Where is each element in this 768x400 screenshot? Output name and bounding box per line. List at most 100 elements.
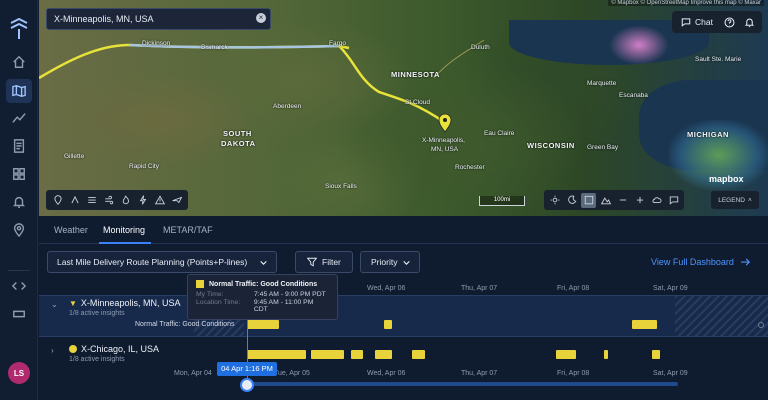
map-canvas[interactable]: Dickinson Bismarck Fargo Duluth MINNESOT…	[39, 0, 768, 216]
map-header-actions: Chat	[672, 11, 762, 33]
day-label: Fri, Apr 08	[557, 370, 590, 377]
comment-button[interactable]	[666, 193, 681, 208]
weather-layer-button[interactable]	[649, 193, 664, 208]
map-label-city: Rochester	[455, 164, 485, 171]
sidebar-item-reports[interactable]	[6, 134, 32, 158]
plane-icon	[171, 196, 182, 204]
map-label-city: Escanaba	[619, 92, 648, 99]
view-full-dashboard-link[interactable]: View Full Dashboard	[651, 257, 751, 267]
chat-button[interactable]: Chat	[676, 17, 718, 27]
tab-monitoring[interactable]: Monitoring	[103, 225, 145, 235]
day-label: Thu, Apr 07	[461, 285, 498, 292]
insight-bar[interactable]	[652, 350, 660, 359]
sidebar-item-ovni[interactable]	[6, 302, 32, 326]
sidebar-item-dashboard[interactable]	[6, 162, 32, 186]
clear-search-icon[interactable]: ×	[256, 13, 266, 23]
insight-bar[interactable]	[247, 320, 279, 329]
home-icon	[13, 55, 25, 68]
tab-active-indicator	[99, 242, 151, 244]
location-row-chicago[interactable]: › X-Chicago, IL, USA 1/8 active insights	[39, 342, 768, 370]
day-label: Wed, Apr 06	[367, 370, 406, 377]
sliders-icon	[87, 197, 96, 203]
pin-icon: ▼	[69, 298, 77, 308]
zoom-out-button[interactable]	[615, 193, 630, 208]
wind-icon	[104, 195, 113, 205]
view-full-label: View Full Dashboard	[651, 257, 734, 267]
help-button[interactable]	[720, 13, 738, 31]
insight-bar[interactable]	[632, 320, 657, 329]
location-row-minneapolis[interactable]: ⌄ ▼ X-Minneapolis, MN, USA 1/8 active in…	[39, 295, 768, 337]
layer-lightning-button[interactable]	[135, 193, 150, 208]
route-icon	[70, 195, 79, 204]
sidebar-item-code[interactable]	[6, 274, 32, 298]
map-label-city: Marquette	[587, 80, 617, 87]
layer-fire-button[interactable]	[118, 193, 133, 208]
layer-route-button[interactable]	[67, 193, 82, 208]
location-title: ▼ X-Minneapolis, MN, USA	[69, 298, 180, 308]
day-label: Fri, Apr 08	[557, 285, 590, 292]
zoom-in-button[interactable]	[632, 193, 647, 208]
map-label-city: Dickinson	[142, 40, 171, 47]
time-slider-handle[interactable]	[240, 378, 254, 392]
layer-flight-button[interactable]	[169, 193, 184, 208]
sidebar-item-home[interactable]	[6, 50, 32, 74]
priority-label: Priority	[371, 257, 398, 267]
filter-button[interactable]: Filter	[295, 251, 353, 273]
sun-icon	[550, 195, 559, 205]
filter-label: Filter	[322, 257, 341, 267]
badge-icon	[13, 310, 25, 318]
location-marker-icon[interactable]	[437, 113, 453, 133]
sidebar-item-alerts[interactable]	[6, 190, 32, 214]
night-mode-button[interactable]	[564, 193, 579, 208]
tab-weather[interactable]: Weather	[54, 225, 88, 235]
avatar[interactable]: LS	[8, 362, 30, 384]
insight-bar[interactable]	[384, 320, 392, 329]
map-attribution[interactable]: © Mapbox © OpenStreetMap Improve this ma…	[608, 0, 764, 6]
map-label-city: Aberdeen	[273, 103, 302, 110]
insight-row-label: Normal Traffic: Good Conditions	[135, 321, 235, 328]
help-icon	[724, 17, 734, 27]
insight-bar[interactable]	[412, 350, 425, 359]
insight-tooltip: Normal Traffic: Good Conditions My Time:…	[187, 274, 338, 320]
notifications-button[interactable]	[740, 13, 758, 31]
map-label-state: SOUTH	[223, 129, 252, 138]
layer-pin-button[interactable]	[50, 193, 65, 208]
grid-icon	[13, 168, 25, 180]
status-dot-icon	[69, 345, 77, 353]
day-label: Sat, Apr 09	[653, 285, 688, 292]
time-slider-track[interactable]	[243, 382, 678, 386]
plan-select[interactable]: Last Mile Delivery Route Planning (Point…	[47, 251, 277, 273]
map-label-city: Sault Ste. Marie	[695, 56, 742, 63]
layer-alert-button[interactable]	[152, 193, 167, 208]
sidebar-item-map[interactable]	[6, 79, 32, 103]
legend-toggle[interactable]: LEGEND ˄	[711, 191, 759, 209]
insight-bar[interactable]	[247, 350, 306, 359]
sidebar-item-locations[interactable]	[6, 218, 32, 242]
priority-select[interactable]: Priority	[360, 251, 420, 273]
terrain-button[interactable]	[598, 193, 613, 208]
insight-bar[interactable]	[375, 350, 392, 359]
satellite-view-button[interactable]	[581, 192, 596, 208]
mountain-icon	[600, 197, 611, 205]
insight-bar[interactable]	[351, 350, 363, 359]
chevron-right-icon[interactable]: ›	[51, 346, 54, 355]
search-input[interactable]: X-Minneapolis, MN, USA	[46, 8, 271, 30]
day-mode-button[interactable]	[547, 193, 562, 208]
chevron-down-icon	[403, 260, 410, 265]
insight-bar[interactable]	[311, 350, 344, 359]
layer-wind-button[interactable]	[101, 193, 116, 208]
app-logo-icon[interactable]	[7, 17, 31, 41]
insight-bar[interactable]	[604, 350, 608, 359]
sidebar-item-analytics[interactable]	[6, 106, 32, 130]
tooltip-value: 9:45 AM - 11:00 PM CDT	[253, 299, 314, 313]
map-label-state: MINNESOTA	[391, 70, 440, 79]
layer-filter-button[interactable]	[84, 193, 99, 208]
tooltip-my-time: My Time: 7:45 AM - 9:00 PM PDT	[196, 291, 329, 298]
tab-metar-taf[interactable]: METAR/TAF	[163, 225, 213, 235]
tooltip-key: Location Time:	[196, 299, 241, 306]
insight-bar[interactable]	[556, 350, 576, 359]
day-label: Wed, Apr 06	[367, 285, 406, 292]
moon-icon	[567, 195, 576, 204]
trend-icon	[12, 113, 26, 123]
chevron-down-icon[interactable]: ⌄	[51, 300, 58, 309]
